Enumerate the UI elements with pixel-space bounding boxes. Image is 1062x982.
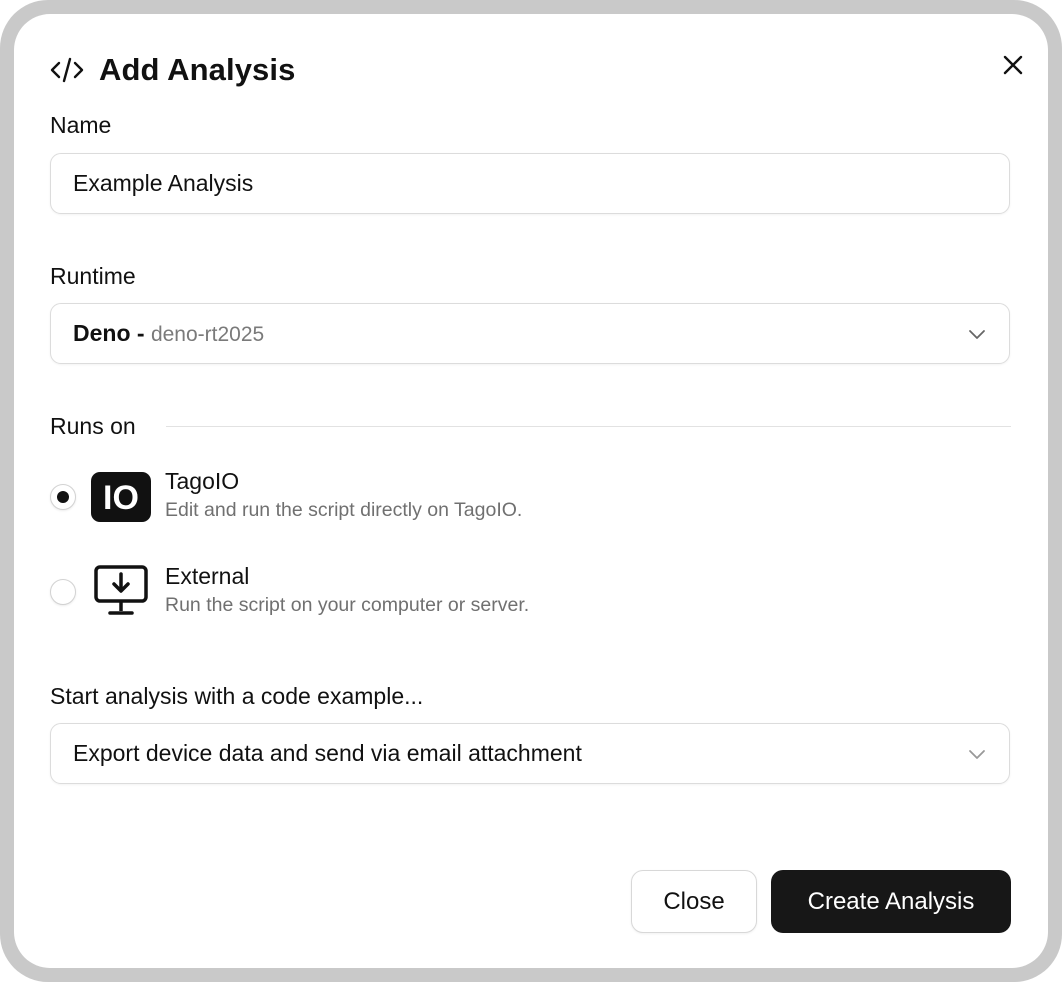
name-label: Name [50,112,112,138]
option-description-external: Run the script on your computer or serve… [165,594,530,616]
create-analysis-button[interactable]: Create Analysis [771,870,1011,933]
close-button[interactable]: Close [631,870,757,933]
chevron-down-icon [967,744,987,764]
runtime-select[interactable]: Deno - deno-rt2025 [50,303,1010,364]
name-field[interactable] [50,153,1010,214]
code-example-selected: Export device data and send via email at… [73,740,582,766]
radio-selected-dot [57,491,69,503]
name-input[interactable] [73,170,987,197]
tagoio-logo-icon: IO [91,472,151,522]
section-divider [166,426,1011,427]
radio-external[interactable] [50,579,76,605]
dialog-header: Add Analysis [50,50,295,90]
dialog-backdrop: Add Analysis Name Runtime Deno - deno-rt… [0,0,1062,982]
dialog-title: Add Analysis [99,52,296,87]
monitor-download-icon [91,565,151,616]
runtime-name: Deno - [73,320,145,346]
chevron-down-icon [967,324,987,344]
runtime-id: deno-rt2025 [150,323,265,346]
code-icon [50,57,84,83]
runs-on-label: Runs on [50,413,136,439]
code-example-select[interactable]: Export device data and send via email at… [50,723,1010,784]
runtime-selected-value: Deno - deno-rt2025 [73,320,967,347]
close-icon[interactable] [998,50,1028,80]
add-analysis-dialog: Add Analysis Name Runtime Deno - deno-rt… [14,14,1048,968]
code-example-label: Start analysis with a code example... [50,683,424,709]
option-title-external: External [165,563,250,589]
runtime-label: Runtime [50,263,136,289]
tagoio-logo-text: IO [103,479,139,517]
radio-tagoio[interactable] [50,484,76,510]
option-title-tagoio: TagoIO [165,468,240,494]
option-description-tagoio: Edit and run the script directly on Tago… [165,499,523,521]
